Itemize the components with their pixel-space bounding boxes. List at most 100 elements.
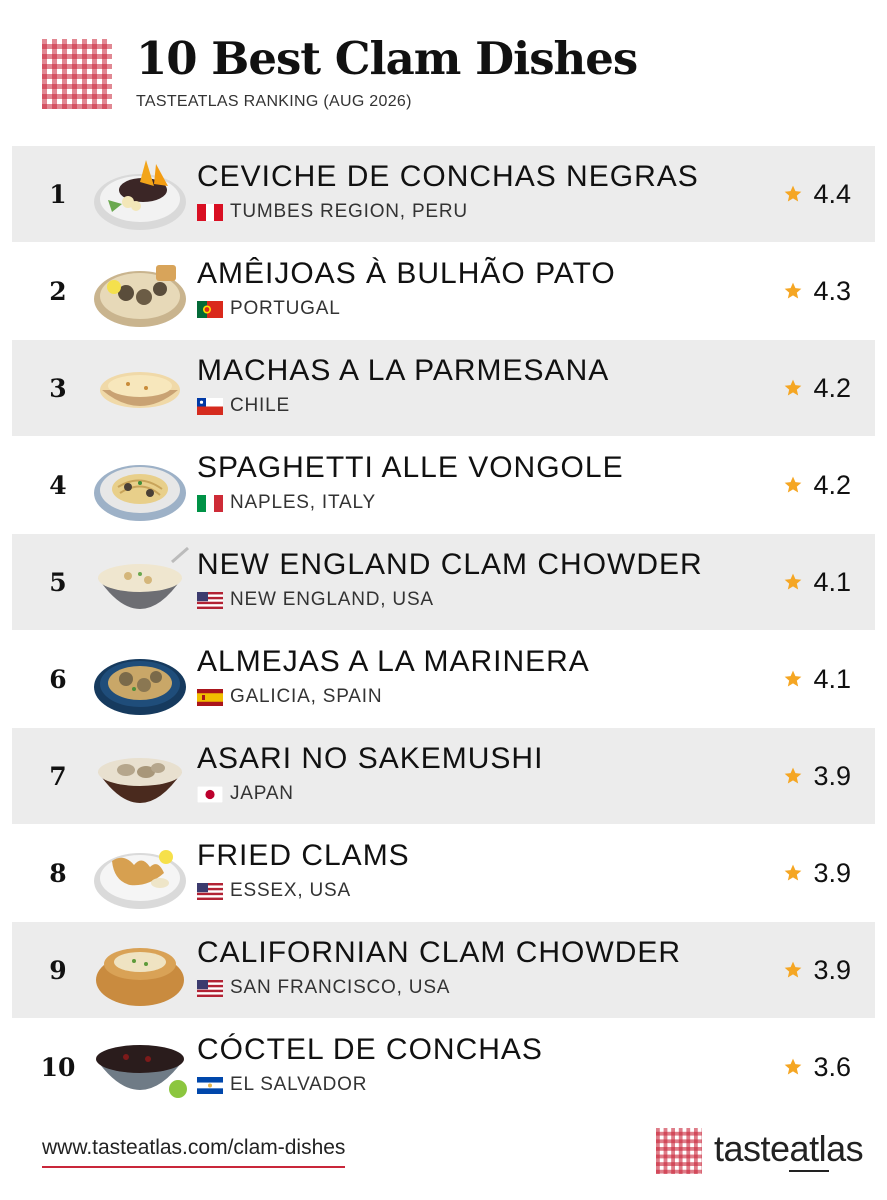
dish-name[interactable]: NEW ENGLAND CLAM CHOWDER <box>197 548 703 582</box>
clam-pan-image <box>94 659 186 715</box>
rating: 4.2 <box>783 437 851 533</box>
dish-row[interactable]: 9 CALIFORNIAN CLAM CHOWDER SAN FRANCISCO… <box>12 922 875 1018</box>
usa-flag-icon <box>197 882 223 900</box>
rating: 4.1 <box>783 631 851 727</box>
dish-origin: SAN FRANCISCO, USA <box>197 977 450 999</box>
dish-name[interactable]: CEVICHE DE CONCHAS NEGRAS <box>197 160 699 194</box>
el-salvador-flag-icon <box>197 1076 223 1094</box>
star-icon <box>785 1058 802 1075</box>
origin-label: JAPAN <box>230 783 294 804</box>
dish-origin: JAPAN <box>197 783 294 805</box>
dish-row[interactable]: 5 NEW ENGLAND CLAM CHOWDER NEW ENGLAND, … <box>12 534 875 630</box>
dish-name[interactable]: ASARI NO SAKEMUSHI <box>197 742 543 776</box>
rating: 3.9 <box>783 922 851 1018</box>
star-icon <box>785 379 802 396</box>
star-icon <box>785 282 802 299</box>
origin-label: EL SALVADOR <box>230 1074 368 1095</box>
star-icon <box>785 573 802 590</box>
dish-name[interactable]: SPAGHETTI ALLE VONGOLE <box>197 451 624 485</box>
brand-underline <box>789 1170 829 1172</box>
rating: 3.9 <box>783 728 851 824</box>
rating-value: 4.4 <box>813 178 851 209</box>
dish-row[interactable]: 7 ASARI NO SAKEMUSHI JAPAN 3.9 <box>12 728 875 824</box>
rating-value: 4.1 <box>813 566 851 597</box>
page-header: 10 Best Clam Dishes TASTEATLAS RANKING (… <box>42 32 862 122</box>
chile-flag-icon <box>197 397 223 415</box>
dish-name[interactable]: ALMEJAS A LA MARINERA <box>197 645 590 679</box>
dish-row[interactable]: 8 FRIED CLAMS ESSEX, USA 3.9 <box>12 825 875 921</box>
dish-name[interactable]: AMÊIJOAS À BULHÃO PATO <box>197 257 616 291</box>
brand-name: tasteatlas <box>714 1128 864 1169</box>
rating-value: 4.3 <box>813 275 851 306</box>
star-icon <box>785 670 802 687</box>
origin-label: NAPLES, ITALY <box>230 492 376 513</box>
peru-flag-icon <box>197 203 223 221</box>
page-title: 10 Best Clam Dishes <box>136 32 638 85</box>
origin-label: GALICIA, SPAIN <box>230 686 383 707</box>
dish-row[interactable]: 6 ALMEJAS A LA MARINERA GALICIA, SPAIN 4… <box>12 631 875 727</box>
rating-value: 3.9 <box>813 954 851 985</box>
rating-value: 4.2 <box>813 469 851 500</box>
fried-clams-image <box>94 850 186 909</box>
japan-flag-icon <box>197 785 223 803</box>
origin-label: CHILE <box>230 395 290 416</box>
star-icon <box>785 864 802 881</box>
dish-origin: TUMBES REGION, PERU <box>197 201 468 223</box>
rating-value: 4.1 <box>813 663 851 694</box>
spaghetti-image <box>94 465 186 521</box>
star-icon <box>785 961 802 978</box>
rating-value: 3.9 <box>813 760 851 791</box>
star-icon <box>785 767 802 784</box>
ranking-list: 1 CEVICHE DE CONCHAS NEGRAS TUMBES REGIO… <box>12 146 875 1116</box>
dish-row[interactable]: 4 SPAGHETTI ALLE VONGOLE NAPLES, ITALY 4… <box>12 437 875 533</box>
italy-flag-icon <box>197 494 223 512</box>
rating: 3.6 <box>783 1019 851 1115</box>
baked-clam-image <box>100 372 180 408</box>
dish-row[interactable]: 2 AMÊIJOAS À BULHÃO PATO PORTUGAL 4.3 <box>12 243 875 339</box>
rating: 4.2 <box>783 340 851 436</box>
dish-origin: NEW ENGLAND, USA <box>197 589 434 611</box>
dish-name[interactable]: FRIED CLAMS <box>197 839 410 873</box>
page-subtitle: TASTEATLAS RANKING (AUG 2026) <box>136 93 412 110</box>
dish-origin: EL SALVADOR <box>197 1074 367 1096</box>
dish-origin: NAPLES, ITALY <box>197 492 376 514</box>
spain-flag-icon <box>197 688 223 706</box>
bread-bowl-image <box>96 948 184 1006</box>
clams-plate-image <box>94 265 186 327</box>
footer-link[interactable]: www.tasteatlas.com/clam-dishes <box>42 1136 346 1168</box>
rating-value: 4.2 <box>813 372 851 403</box>
checkered-logo-icon <box>42 39 112 109</box>
rating-value: 3.6 <box>813 1051 851 1082</box>
brand-logo: tasteatlas <box>656 1126 871 1174</box>
rating: 4.4 <box>783 146 851 242</box>
dish-name[interactable]: MACHAS A LA PARMESANA <box>197 354 609 388</box>
dish-row[interactable]: 3 MACHAS A LA PARMESANA CHILE 4.2 <box>12 340 875 436</box>
dish-origin: CHILE <box>197 395 290 417</box>
usa-flag-icon <box>197 979 223 997</box>
rating: 3.9 <box>783 825 851 921</box>
cocktail-bowl-image <box>96 1045 187 1098</box>
star-icon <box>785 185 802 202</box>
origin-label: ESSEX, USA <box>230 880 351 901</box>
origin-label: SAN FRANCISCO, USA <box>230 977 451 998</box>
star-icon <box>785 476 802 493</box>
portugal-flag-icon <box>197 300 223 318</box>
dish-row[interactable]: 10 CÓCTEL DE CONCHAS EL SALVADOR 3.6 <box>12 1019 875 1115</box>
ceviche-dish-image <box>94 160 186 230</box>
dish-origin: ESSEX, USA <box>197 880 351 902</box>
checkered-logo-icon <box>656 1128 702 1174</box>
dish-origin: PORTUGAL <box>197 298 341 320</box>
usa-flag-icon <box>197 591 223 609</box>
dish-name[interactable]: CALIFORNIAN CLAM CHOWDER <box>197 936 681 970</box>
dish-origin: GALICIA, SPAIN <box>197 686 382 708</box>
chowder-bowl-image <box>98 546 189 609</box>
origin-label: TUMBES REGION, PERU <box>230 201 468 222</box>
rating-value: 3.9 <box>813 857 851 888</box>
origin-label: NEW ENGLAND, USA <box>230 589 434 610</box>
origin-label: PORTUGAL <box>230 298 341 319</box>
dish-row[interactable]: 1 CEVICHE DE CONCHAS NEGRAS TUMBES REGIO… <box>12 146 875 242</box>
dish-name[interactable]: CÓCTEL DE CONCHAS <box>197 1033 543 1067</box>
rating: 4.1 <box>783 534 851 630</box>
rating: 4.3 <box>783 243 851 339</box>
clam-bowl-image <box>98 758 182 803</box>
